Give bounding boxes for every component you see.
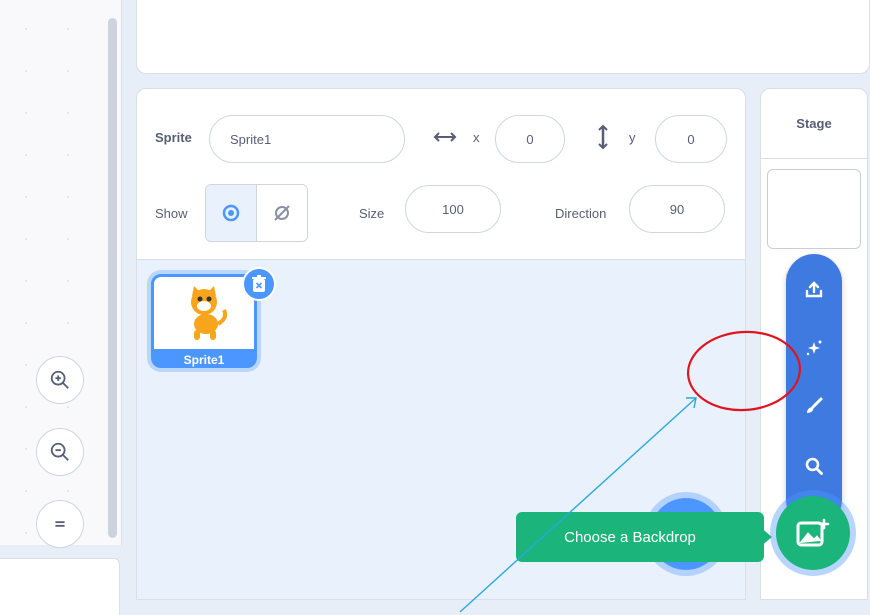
stage-header: Stage bbox=[761, 89, 867, 159]
choose-backdrop-tooltip: Choose a Backdrop bbox=[516, 512, 764, 562]
surprise-icon bbox=[806, 340, 822, 356]
y-value: 0 bbox=[687, 131, 695, 147]
zoom-out-icon bbox=[50, 442, 69, 461]
show-toggle-group bbox=[205, 184, 308, 242]
code-area-footer bbox=[0, 558, 120, 615]
stage-thumbnail[interactable] bbox=[767, 169, 861, 249]
zoom-in-icon bbox=[50, 370, 69, 389]
delete-sprite-button[interactable] bbox=[242, 267, 276, 301]
show-visible-button[interactable] bbox=[206, 185, 256, 241]
equals-icon bbox=[55, 521, 65, 527]
cat-sprite-icon bbox=[191, 286, 228, 340]
x-label: x bbox=[473, 130, 480, 145]
zoom-out-button[interactable] bbox=[36, 428, 84, 476]
y-input[interactable]: 0 bbox=[655, 115, 727, 163]
tooltip-arrow bbox=[760, 527, 772, 547]
size-label: Size bbox=[359, 206, 385, 221]
upload-icon bbox=[805, 281, 823, 298]
sprite-tile-label: Sprite1 bbox=[183, 353, 225, 367]
direction-input[interactable]: 90 bbox=[629, 185, 725, 233]
backdrop-menu bbox=[786, 254, 842, 528]
search-backdrop-button[interactable] bbox=[802, 454, 826, 478]
stage-canvas[interactable] bbox=[136, 0, 870, 74]
sprite-info-panel: Sprite Sprite1 x 0 y 0 Show Size 100 Dir… bbox=[136, 88, 746, 260]
vertical-arrows-icon bbox=[595, 122, 611, 157]
sprite-name-input[interactable]: Sprite1 bbox=[209, 115, 405, 163]
eye-slash-icon bbox=[274, 205, 290, 221]
size-input[interactable]: 100 bbox=[405, 185, 501, 233]
search-icon bbox=[805, 457, 823, 475]
size-value: 100 bbox=[442, 201, 464, 217]
code-workspace[interactable] bbox=[0, 0, 122, 548]
x-value: 0 bbox=[526, 131, 534, 147]
surprise-backdrop-button[interactable] bbox=[802, 336, 826, 360]
show-hidden-button[interactable] bbox=[256, 185, 307, 241]
eye-icon bbox=[222, 204, 240, 222]
sprite-label: Sprite bbox=[155, 130, 192, 145]
sprite-name-value: Sprite1 bbox=[230, 131, 272, 147]
direction-label: Direction bbox=[555, 206, 607, 221]
horizontal-arrows-icon bbox=[431, 129, 459, 150]
paintbrush-icon bbox=[807, 397, 823, 413]
x-input[interactable]: 0 bbox=[495, 115, 565, 163]
show-label: Show bbox=[155, 206, 188, 221]
paint-backdrop-button[interactable] bbox=[802, 394, 826, 418]
trash-icon bbox=[252, 275, 266, 292]
backdrop-image-icon bbox=[796, 518, 830, 547]
sprite-thumbnail bbox=[154, 277, 254, 349]
upload-backdrop-button[interactable] bbox=[802, 278, 826, 302]
sprite-tile[interactable]: Sprite1 bbox=[151, 267, 276, 368]
direction-value: 90 bbox=[669, 201, 685, 217]
zoom-reset-button[interactable] bbox=[36, 500, 84, 548]
workspace-scrollbar[interactable] bbox=[108, 18, 117, 538]
choose-backdrop-button[interactable] bbox=[776, 496, 850, 570]
y-label: y bbox=[629, 130, 636, 145]
zoom-in-button[interactable] bbox=[36, 356, 84, 404]
